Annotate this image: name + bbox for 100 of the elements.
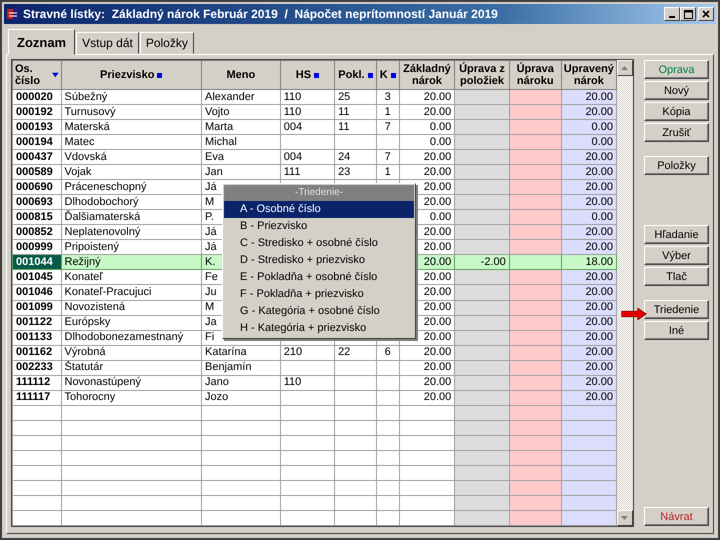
table-cell: 25 <box>334 90 376 105</box>
maximize-icon <box>684 10 692 18</box>
table-cell: Tohorocny <box>61 390 202 406</box>
table-cell: 000192 <box>12 104 61 120</box>
table-row[interactable]: 000020 Súbežný Alexander 110 25 3 20.00 20.00 <box>12 90 616 105</box>
action-button[interactable]: Hľadanie <box>644 225 709 244</box>
table-cell: 7 <box>376 120 400 135</box>
table-cell: 001133 <box>12 330 61 346</box>
scrollbar[interactable] <box>616 60 633 526</box>
table-cell: 20.00 <box>561 104 616 120</box>
tab[interactable]: Vstup dát <box>76 32 139 54</box>
table-cell: Výrobná <box>61 345 202 360</box>
column-header[interactable]: Priezvisko <box>61 60 202 90</box>
table-row[interactable]: 000194 Matec Michal 0.00 0.00 <box>12 134 616 150</box>
scroll-down-button[interactable] <box>616 510 633 526</box>
table-cell: 20.00 <box>561 90 616 105</box>
table-cell: 000020 <box>12 90 61 105</box>
tab[interactable]: Položky <box>140 32 194 54</box>
table-cell: 6 <box>376 345 400 360</box>
menu-title: -Triedenie- <box>224 185 414 201</box>
table-cell: Benjamín <box>201 360 280 376</box>
table-cell: 20.00 <box>561 360 616 376</box>
action-button[interactable]: Zrušiť <box>644 123 709 142</box>
table-row[interactable]: 000437 Vdovská Eva 004 24 7 20.00 20.00 <box>12 150 616 165</box>
table-cell: 20.00 <box>399 360 455 376</box>
maximize-button[interactable] <box>680 7 696 21</box>
table-cell: 000690 <box>12 180 61 195</box>
table-cell: 1 <box>376 104 400 120</box>
table-cell: 0.00 <box>561 134 616 150</box>
up-arrow-icon <box>621 66 628 70</box>
table-cell: Práceneschopný <box>61 180 202 195</box>
table-cell: 000693 <box>12 194 61 210</box>
action-button[interactable]: Položky <box>644 156 709 175</box>
table-cell: Eva <box>201 150 280 165</box>
table-cell: 18.00 <box>561 254 616 270</box>
table-row[interactable]: 000193 Materská Marta 004 11 7 0.00 0.00 <box>12 120 616 135</box>
column-label: Úprava nároku <box>516 63 555 88</box>
table-cell: Jano <box>201 375 280 390</box>
table-cell: Matec <box>61 134 202 150</box>
table-row[interactable]: 000192 Turnusový Vojto 110 11 1 20.00 20.00 <box>12 104 616 120</box>
column-header[interactable]: HS <box>280 60 335 90</box>
scroll-up-button[interactable] <box>616 60 633 76</box>
table-cell: 1 <box>376 164 400 180</box>
table-cell: 20.00 <box>561 330 616 346</box>
table-cell: 20.00 <box>561 270 616 285</box>
table-cell: 000589 <box>12 164 61 180</box>
table-cell: 110 <box>280 375 335 390</box>
table-cell: Alexander <box>201 90 280 105</box>
table-cell: 001046 <box>12 284 61 300</box>
table-cell: 001162 <box>12 345 61 360</box>
table-cell: 20.00 <box>561 390 616 406</box>
table-cell: 001099 <box>12 300 61 316</box>
table-cell: 000193 <box>12 120 61 135</box>
table-cell: 210 <box>280 345 335 360</box>
column-header[interactable]: Úprava nároku <box>509 60 562 90</box>
table-cell: 0.00 <box>399 120 455 135</box>
table-cell: 20.00 <box>561 315 616 330</box>
action-button[interactable]: Nový <box>644 81 709 100</box>
table-cell: 20.00 <box>399 164 455 180</box>
table-cell: 20.00 <box>399 390 455 406</box>
table-cell: 20.00 <box>561 345 616 360</box>
action-button[interactable]: Výber <box>644 246 709 265</box>
tab[interactable]: Zoznam <box>8 29 76 55</box>
table-cell: 22 <box>334 345 376 360</box>
table-cell: 20.00 <box>399 150 455 165</box>
column-label: Priezvisko <box>100 69 154 82</box>
table-cell: 111112 <box>12 375 61 390</box>
table-cell: Dlhodobonezamestnaný <box>61 330 202 346</box>
close-button[interactable] <box>698 7 714 21</box>
action-button[interactable]: Tlač <box>644 267 709 286</box>
table-row[interactable]: 001162 Výrobná Katarína 210 22 6 20.00 20.00 <box>12 345 616 360</box>
table-cell: Katarína <box>201 345 280 360</box>
action-button[interactable]: Návrat <box>644 507 709 526</box>
action-button[interactable]: Triedenie <box>644 300 709 319</box>
table-cell: 000194 <box>12 134 61 150</box>
table-cell: 11 <box>334 120 376 135</box>
table-cell: Konateľ-Pracujuci <box>61 284 202 300</box>
column-header[interactable]: Os. číslo <box>12 60 61 90</box>
table-cell: Režijný <box>61 254 202 270</box>
close-icon <box>702 10 710 18</box>
action-button[interactable]: Kópia <box>644 102 709 121</box>
table-cell: 20.00 <box>399 90 455 105</box>
app-icon <box>6 7 20 21</box>
menu-item[interactable]: A - Osobné číslo <box>224 201 414 218</box>
table-cell: Turnusový <box>61 104 202 120</box>
table-cell: 23 <box>334 164 376 180</box>
column-header[interactable]: K <box>376 60 400 90</box>
table-row[interactable]: 111117 Tohorocny Jozo 20.00 20.00 <box>12 390 616 406</box>
column-header[interactable]: Meno <box>201 60 280 90</box>
table-cell: -2.00 <box>454 254 510 270</box>
table-cell: 11 <box>334 104 376 120</box>
table-cell: Jan <box>201 164 280 180</box>
table-row[interactable]: 000589 Vojak Jan 111 23 1 20.00 20.00 <box>12 164 616 180</box>
column-header[interactable]: Pokl. <box>334 60 376 90</box>
table-cell: 110 <box>280 104 335 120</box>
action-button[interactable]: Iné <box>644 321 709 340</box>
table-cell: 7 <box>376 150 400 165</box>
minimize-button[interactable] <box>664 7 680 21</box>
table-cell: Európsky <box>61 315 202 330</box>
table-row[interactable]: 111112 Novonastúpený Jano 110 20.00 20.00 <box>12 375 616 390</box>
